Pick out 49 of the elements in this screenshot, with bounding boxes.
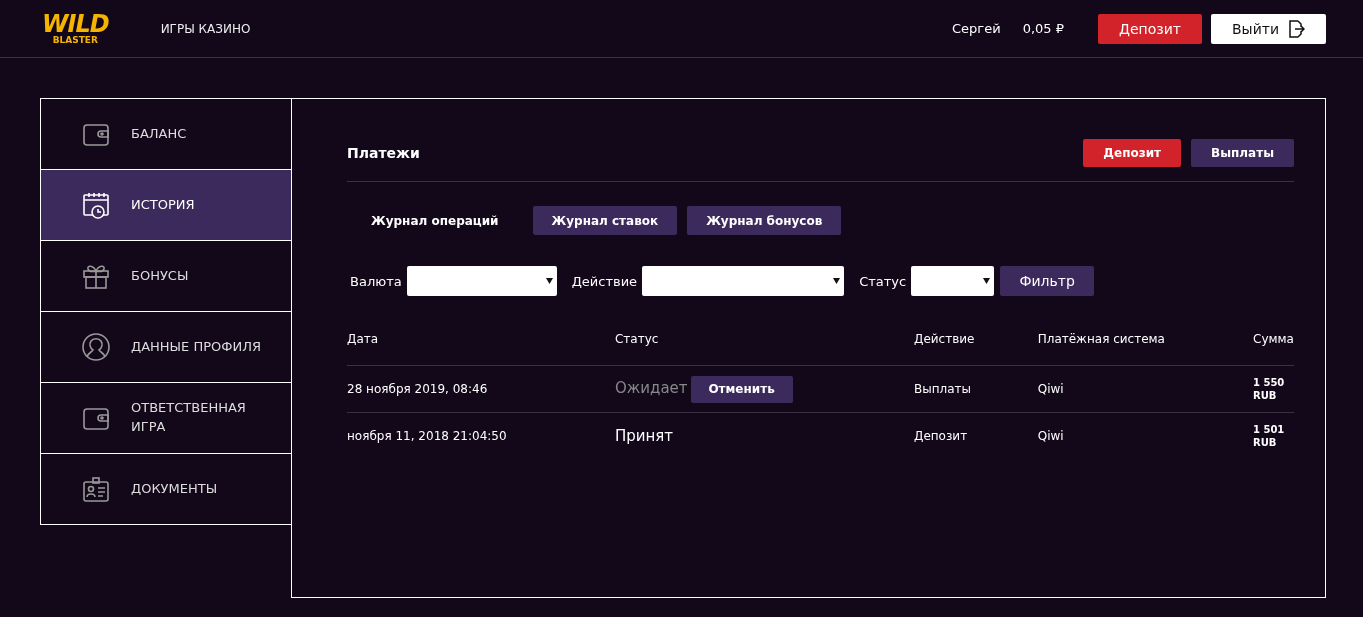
sidebar-label: ИСТОРИЯ (131, 195, 196, 214)
sidebar-label: ОТВЕТСТВЕННАЯ ИГРА (131, 399, 247, 436)
id-icon (81, 474, 111, 504)
sidebar-item[interactable]: ИСТОРИЯ (41, 170, 291, 241)
user-icon (81, 332, 111, 362)
filter-label: Действие (571, 273, 638, 289)
sidebar-label: БОНУСЫ (131, 266, 190, 285)
payment-system-cell: Qiwi (1037, 382, 1064, 396)
column-header: Действие (914, 332, 975, 346)
panel-title: Платежи (347, 145, 421, 161)
sidebar-label: БАЛАНС (131, 124, 188, 143)
payment-system-cell: Qiwi (1037, 429, 1064, 443)
action-cell: Депозит (914, 429, 968, 443)
dropdown-field[interactable] (406, 266, 557, 296)
action-cell: Выплаты (914, 382, 972, 396)
dropdown-field[interactable] (911, 266, 995, 296)
balance: 0,05 ₽ (1022, 21, 1064, 36)
sidebar-label: ДОКУМЕНТЫ (131, 479, 219, 498)
user-name: Сергей (952, 21, 1001, 36)
filter-label: Валюта (350, 273, 402, 289)
date-cell: 28 ноября 2019, 08:46 (347, 382, 488, 396)
tab[interactable]: Журнал операций (347, 206, 523, 235)
column-header: Платёжная система (1037, 332, 1165, 346)
cancel-button[interactable]: Отменить (690, 375, 793, 403)
caret-icon (833, 275, 841, 285)
deposit-button[interactable]: Депозит (1098, 13, 1202, 44)
sidebar-label: ДАННЫЕ ПРОФИЛЯ (131, 337, 262, 356)
amount-cell-text: 1 550 RUB (1253, 375, 1286, 403)
caret-icon (545, 275, 553, 285)
tab[interactable]: Журнал ставок (532, 206, 678, 235)
filter-label: Статус (859, 273, 907, 289)
logout-button[interactable]: Выйти (1211, 13, 1326, 44)
casino-games-link[interactable]: ИГРЫ КАЗИНО (160, 21, 251, 36)
amount-cell-text: 1 501 RUB (1253, 422, 1286, 450)
filter-button[interactable]: Фильтр (1000, 266, 1095, 296)
payouts-button[interactable]: Выплаты (1191, 139, 1294, 167)
logo[interactable]: WILD BLASTER (42, 12, 109, 45)
tab[interactable]: Журнал бонусов (687, 206, 842, 235)
column-header: Сумма (1253, 332, 1294, 346)
caret-icon (983, 275, 991, 285)
column-header: Статус (614, 332, 659, 346)
status-cell: Принят (614, 427, 674, 445)
date-cell: ноября 11, 2018 21:04:50 (347, 429, 507, 443)
dropdown-field[interactable] (642, 266, 845, 296)
calendar-icon (81, 190, 111, 220)
deposit-button[interactable]: Депозит (1083, 139, 1181, 167)
logout-icon (1289, 19, 1305, 38)
column-header: Дата (347, 332, 379, 346)
status-cell: Ожидает (614, 378, 688, 397)
